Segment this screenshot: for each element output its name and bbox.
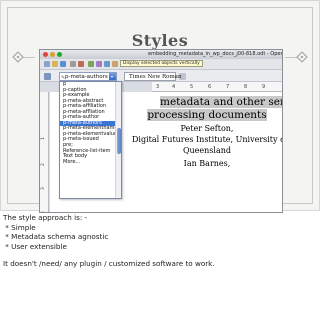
document-author: Ian Barnes,: [183, 159, 231, 168]
style-option-more[interactable]: More...: [60, 159, 121, 166]
window-minimize-icon[interactable]: [50, 52, 55, 57]
print-icon[interactable]: [70, 61, 76, 67]
notes-line: * User extensible: [3, 241, 67, 251]
ruler-number: 2: [40, 163, 46, 166]
ruler-number: 8: [244, 84, 248, 90]
document-affiliation: Digital Futures Institute, University of: [132, 135, 282, 144]
horizontal-ruler: 3 4 5 6 7 8 9: [152, 82, 282, 92]
new-document-icon[interactable]: [44, 61, 50, 67]
open-folder-icon[interactable]: [52, 61, 58, 67]
paragraph-style-value: p-meta-authors: [65, 74, 108, 80]
scrollbar-thumb[interactable]: [117, 128, 121, 154]
notes-line: * Metadata schema agnostic: [3, 232, 109, 241]
font-name-select[interactable]: Times New Roman: [124, 72, 181, 81]
copy-icon[interactable]: [104, 61, 110, 67]
document-title-line: metadata and other semanti: [160, 96, 282, 108]
font-name-value: Times New Roman: [129, 74, 182, 80]
document-author: Peter Sefton,: [180, 124, 234, 133]
ruler-number: 3: [156, 84, 160, 90]
window-titlebar: embedding_metadata_in_wp_docs_j00-818.od…: [40, 50, 282, 59]
highlighted-text: metadata and other semanti: [160, 96, 282, 108]
window-close-icon[interactable]: [43, 52, 48, 57]
toolbar-tooltip: Display selected objects vertically: [120, 60, 203, 67]
pdf-export-icon[interactable]: [78, 61, 84, 67]
document-title-line: processing documents: [132, 109, 282, 121]
slide: Styles embedding_metadata_in_wp_docs_j00…: [0, 0, 320, 213]
cut-icon[interactable]: [96, 61, 102, 67]
window-maximize-icon[interactable]: [57, 52, 62, 57]
spellcheck-icon[interactable]: [88, 61, 94, 67]
ruler-number: 4: [172, 84, 176, 90]
slide-notes: The style approach is: - * Simple * Meta…: [3, 213, 215, 269]
styles-formatting-icon[interactable]: [44, 73, 51, 80]
paste-icon[interactable]: [112, 61, 118, 67]
ruler-number: 3: [40, 187, 46, 190]
style-dropdown-list[interactable]: p p-caption p-example p-meta-abstract p-…: [59, 81, 122, 199]
highlighted-text: processing documents: [147, 109, 267, 121]
vertical-ruler: 1 2 3 4: [40, 92, 49, 212]
notes-spacer: [3, 251, 215, 259]
ruler-number: 7: [226, 84, 230, 90]
document-affiliation: Queensland: [182, 146, 232, 155]
slide-title: Styles: [131, 31, 189, 50]
ruler-number: 1: [40, 137, 46, 140]
notes-line: * Simple: [3, 222, 36, 232]
writer-screenshot: embedding_metadata_in_wp_docs_j00-818.od…: [39, 49, 283, 213]
paragraph-style-select[interactable]: ✎ p-meta-authors: [59, 72, 117, 81]
dropdown-scrollbar[interactable]: [115, 82, 121, 198]
notes-closing-line: It doesn't /need/ any plugin / customize…: [3, 259, 215, 268]
ruler-number: 6: [208, 84, 212, 90]
notes-line: The style approach is: -: [3, 213, 88, 222]
save-icon[interactable]: [60, 61, 66, 67]
diamond-ornament-icon: [296, 51, 308, 63]
window-title: embedding_metadata_in_wp_docs_j00-818.od…: [148, 51, 282, 57]
ruler-number: 5: [190, 84, 194, 90]
diamond-ornament-icon: [12, 51, 24, 63]
ruler-number: 9: [262, 84, 266, 90]
chevron-down-icon[interactable]: [109, 73, 116, 80]
